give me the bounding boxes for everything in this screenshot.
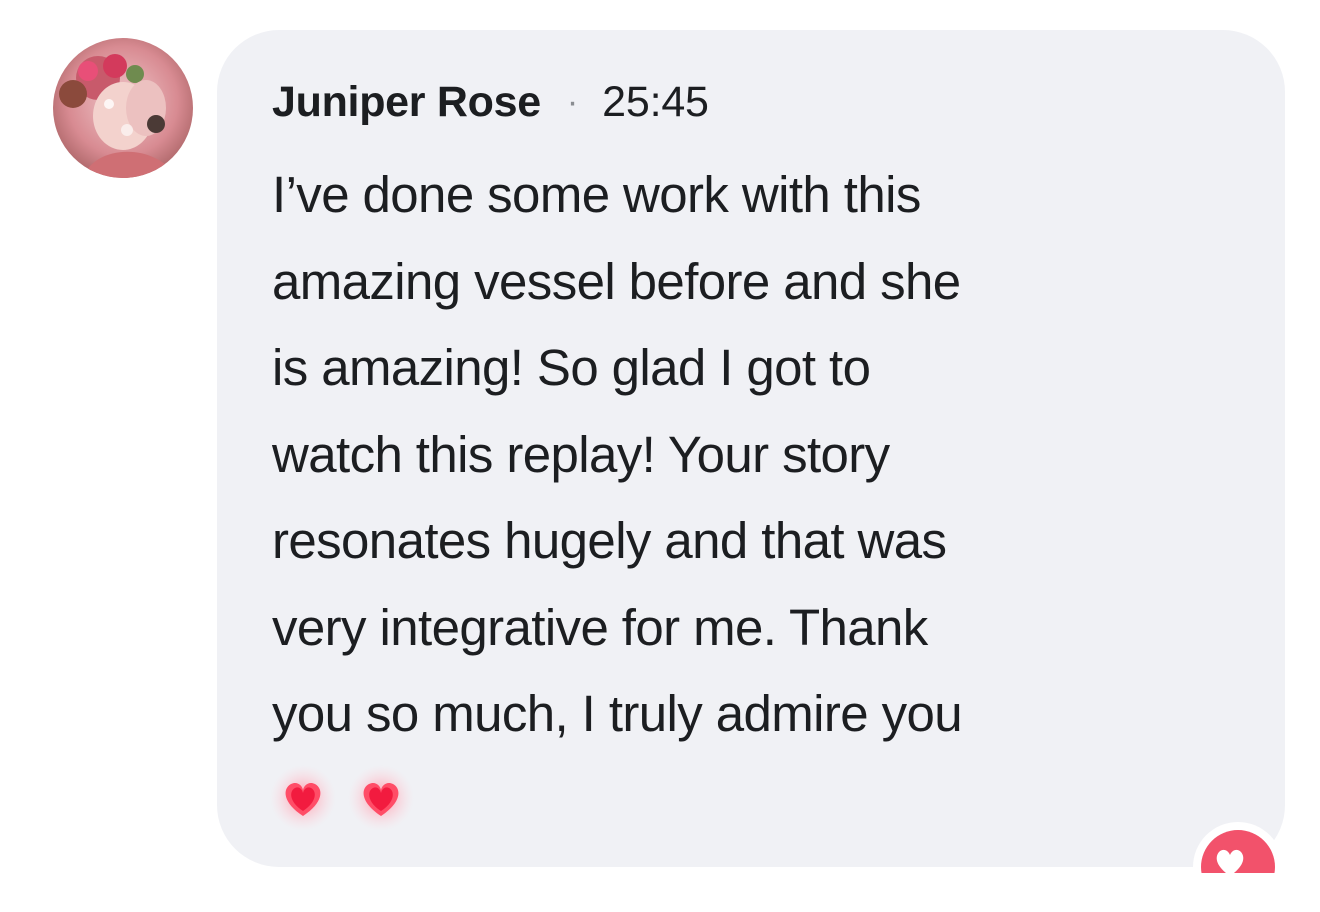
emoji-row — [269, 758, 415, 838]
comment-text: I’ve done some work with this amazing ve… — [272, 152, 1262, 758]
author-name[interactable]: Juniper Rose — [272, 78, 541, 127]
comment-line: watch this replay! Your story — [272, 425, 890, 483]
comment-line: you so much, I truly admire you — [272, 685, 963, 742]
heart-emoji — [270, 765, 336, 831]
heart-emoji — [348, 765, 414, 831]
comment-line: very integrative for me. Thank — [272, 598, 928, 656]
comment-screen: Juniper Rose · 25:45 I’ve done some work… — [0, 0, 1320, 912]
viewport-bottom-edge — [0, 873, 1320, 912]
avatar[interactable] — [53, 38, 193, 178]
comment-timestamp[interactable]: 25:45 — [602, 78, 709, 127]
comment-line: amazing vessel before and she — [272, 252, 961, 310]
comment-bubble: Juniper Rose · 25:45 I’ve done some work… — [217, 30, 1285, 867]
comment-line: resonates hugely and that was — [272, 512, 947, 569]
meta-separator: · — [566, 83, 579, 121]
comment-line: I’ve done some work with this — [272, 166, 921, 223]
comment-line: is amazing! So glad I got to — [272, 339, 871, 396]
comment-header: Juniper Rose · 25:45 — [272, 77, 709, 127]
avatar-image — [53, 38, 193, 178]
